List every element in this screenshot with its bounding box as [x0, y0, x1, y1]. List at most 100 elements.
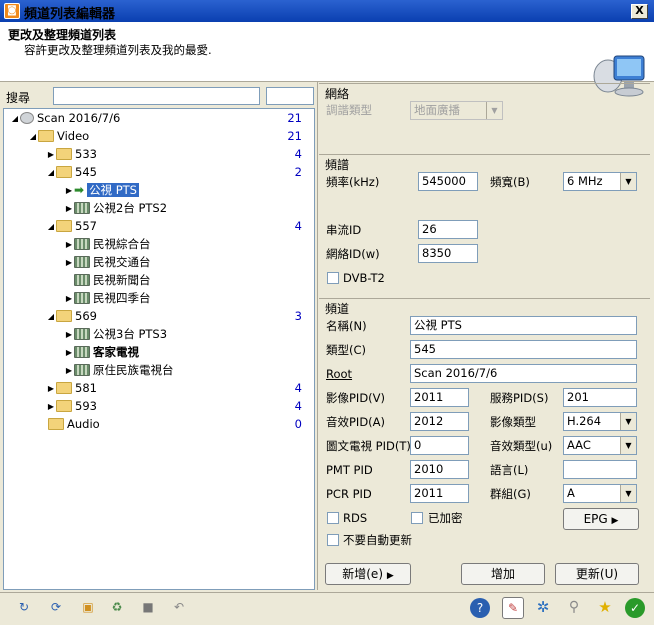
expand-icon[interactable]: ▶ — [64, 326, 74, 343]
rds-checkbox[interactable] — [327, 512, 339, 524]
chevron-down-icon[interactable]: ▼ — [620, 413, 636, 430]
tv-channel-icon — [74, 292, 90, 304]
expand-icon[interactable]: ▶ — [64, 362, 74, 379]
tree-channel[interactable]: ▶ 客家電視 — [64, 344, 139, 361]
sync-icon[interactable]: ⟳ — [45, 597, 67, 619]
chevron-down-icon[interactable]: ▼ — [620, 173, 636, 190]
tree-node-533[interactable]: ▶ 533 4 — [46, 146, 310, 163]
epg-button[interactable]: EPG ▶ — [563, 508, 639, 530]
expand-icon[interactable]: ▶ — [64, 182, 74, 199]
tree-channel-pts[interactable]: ▶ ➡ 公視 PTS — [64, 182, 139, 199]
service-pid-label: 服務PID(S) — [490, 391, 549, 405]
search-input[interactable] — [53, 87, 260, 105]
tree-channel[interactable]: 民視新聞台 — [64, 272, 151, 289]
tree-node-569[interactable]: ◢ 569 3 — [46, 308, 310, 325]
chevron-down-icon[interactable]: ▼ — [620, 437, 636, 454]
audio-type-select[interactable]: AAC ▼ — [563, 436, 637, 455]
frequency-group-title: 頻譜 — [325, 158, 350, 172]
update-button[interactable]: 更新(U) — [555, 563, 639, 585]
dvbt2-label: DVB-T2 — [343, 271, 385, 285]
frequency-input[interactable]: 545000 — [418, 172, 478, 191]
new-folder-icon[interactable]: ▣ — [77, 597, 99, 619]
channel-group-title: 頻道 — [325, 302, 350, 316]
audio-pid-input[interactable]: 2012 — [410, 412, 469, 431]
rds-label: RDS — [343, 511, 368, 525]
tv-channel-icon — [74, 364, 90, 376]
current-arrow-icon: ➡ — [74, 183, 85, 197]
add-button[interactable]: 增加 — [461, 563, 545, 585]
type-label: 類型(C) — [326, 343, 367, 357]
stop-icon[interactable]: ■ — [137, 597, 159, 619]
refresh-icon[interactable]: ↻ — [13, 597, 35, 619]
folder-icon — [56, 148, 72, 160]
expand-icon[interactable]: ▶ — [64, 344, 74, 361]
service-pid-input[interactable]: 201 — [563, 388, 637, 407]
audio-type-label: 音效類型(u) — [490, 439, 553, 453]
new-button[interactable]: 新增(e) ▶ — [325, 563, 411, 585]
dvbt2-checkbox[interactable] — [327, 272, 339, 284]
type-input[interactable]: 545 — [410, 340, 637, 359]
video-type-select[interactable]: H.264 ▼ — [563, 412, 637, 431]
ok-check-icon[interactable]: ✓ — [625, 598, 645, 618]
network-id-label: 網絡ID(w) — [326, 247, 380, 261]
recycle-icon[interactable]: ♻ — [106, 597, 128, 619]
tree-channel[interactable]: ▶ 民視綜合台 — [64, 236, 151, 253]
folder-icon — [56, 382, 72, 394]
network-id-input[interactable]: 8350 — [418, 244, 478, 263]
undo-icon[interactable]: ↶ — [168, 597, 190, 619]
expand-icon[interactable]: ▶ — [46, 146, 56, 163]
tree-node-audio[interactable]: Audio 0 — [38, 416, 310, 433]
tv-channel-icon — [74, 328, 90, 340]
teletext-pid-input[interactable]: 0 — [410, 436, 469, 455]
no-auto-update-checkbox[interactable] — [327, 534, 339, 546]
expand-icon[interactable]: ▶ — [64, 200, 74, 217]
encrypted-label: 已加密 — [428, 511, 463, 525]
expand-icon[interactable]: ▶ — [46, 398, 56, 415]
language-input[interactable] — [563, 460, 637, 479]
collapse-icon[interactable]: ◢ — [10, 110, 20, 127]
favorite-star-icon[interactable]: ★ — [594, 597, 616, 619]
pmt-pid-input[interactable]: 2010 — [410, 460, 469, 479]
tree-channel-pts2[interactable]: ▶ 公視2台 PTS2 — [64, 200, 167, 217]
name-input[interactable]: 公視 PTS — [410, 316, 637, 335]
tree-node-557[interactable]: ◢ 557 4 — [46, 218, 310, 235]
bandwidth-select[interactable]: 6 MHz ▼ — [563, 172, 637, 191]
folder-icon — [38, 130, 54, 142]
tree-node-545[interactable]: ◢ 545 2 — [46, 164, 310, 181]
help-icon[interactable]: ? — [470, 598, 490, 618]
search-tool-icon[interactable]: ⚲ — [563, 597, 585, 619]
tree-channel[interactable]: ▶ 公視3台 PTS3 — [64, 326, 167, 343]
collapse-icon[interactable]: ◢ — [28, 128, 38, 145]
stream-id-label: 串流ID — [326, 223, 362, 237]
close-button[interactable]: X — [631, 4, 648, 19]
search-filter-input[interactable] — [266, 87, 314, 105]
collapse-icon[interactable]: ◢ — [46, 218, 56, 235]
tree-node-593[interactable]: ▶ 593 4 — [46, 398, 310, 415]
tune-type-label: 調諧類型 — [326, 103, 372, 117]
pcr-pid-label: PCR PID — [326, 487, 372, 501]
tree-node-581[interactable]: ▶ 581 4 — [46, 380, 310, 397]
encrypted-checkbox[interactable] — [411, 512, 423, 524]
expand-icon[interactable]: ▶ — [46, 380, 56, 397]
stream-id-input[interactable]: 26 — [418, 220, 478, 239]
tree-channel[interactable]: ▶ 民視交通台 — [64, 254, 151, 271]
settings-icon[interactable]: ✲ — [532, 597, 554, 619]
tree-channel[interactable]: ▶ 民視四季台 — [64, 290, 151, 307]
video-pid-input[interactable]: 2011 — [410, 388, 469, 407]
folder-icon — [48, 418, 64, 430]
expand-icon[interactable]: ▶ — [64, 236, 74, 253]
root-input[interactable]: Scan 2016/7/6 — [410, 364, 637, 383]
tree-node-root[interactable]: ◢ Scan 2016/7/6 21 — [10, 110, 310, 127]
edit-icon[interactable]: ✎ — [502, 597, 524, 619]
collapse-icon[interactable]: ◢ — [46, 164, 56, 181]
expand-icon[interactable]: ▶ — [64, 290, 74, 307]
pcr-pid-input[interactable]: 2011 — [410, 484, 469, 503]
collapse-icon[interactable]: ◢ — [46, 308, 56, 325]
expand-icon[interactable]: ▶ — [64, 254, 74, 271]
chevron-down-icon[interactable]: ▼ — [620, 485, 636, 502]
channel-tree[interactable]: ◢ Scan 2016/7/6 21 ◢ Video 21 ▶ 533 4 ◢ 545 2 ▶ ➡… — [3, 108, 315, 590]
tree-node-video[interactable]: ◢ Video 21 — [28, 128, 310, 145]
tree-channel[interactable]: ▶ 原住民族電視台 — [64, 362, 174, 379]
group-select[interactable]: A ▼ — [563, 484, 637, 503]
language-label: 語言(L) — [490, 463, 529, 477]
